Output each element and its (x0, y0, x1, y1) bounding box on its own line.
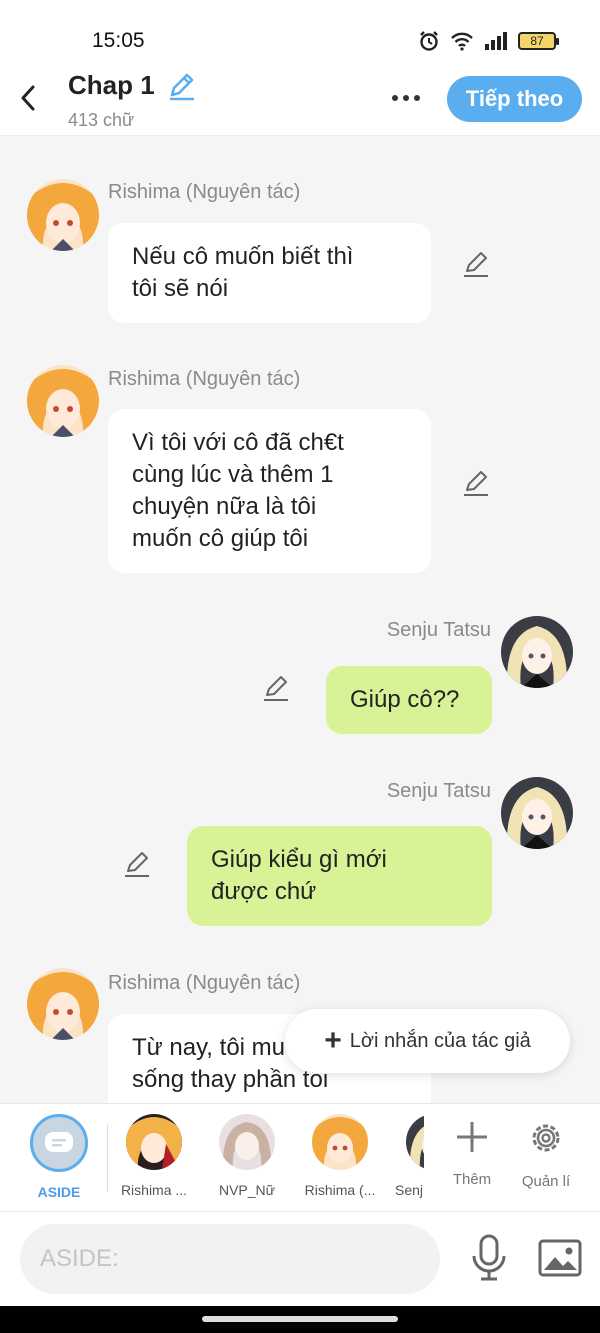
status-bar: 15:05 87 (0, 0, 600, 62)
sender-name: Rishima (Nguyên tác) (108, 972, 301, 994)
message-line: Nếu cô muốn biết thì (132, 243, 354, 270)
message-line: được chứ (211, 878, 317, 905)
chat-bubble-icon (45, 1132, 73, 1152)
more-options-button[interactable] (386, 82, 426, 114)
message-line: chuyện nữa là tôi (132, 493, 317, 520)
author-note-label: Lời nhắn của tác giả (349, 1029, 531, 1052)
sender-name: Senju Tatsu (386, 619, 491, 641)
plus-icon: + (324, 1024, 342, 1057)
signal-icon (485, 32, 507, 50)
editor-header: Chap 1 413 chữ Tiếp theo (0, 62, 600, 136)
dot-icon (392, 95, 398, 101)
edit-message-icon[interactable] (462, 470, 490, 498)
aside-input[interactable] (20, 1224, 440, 1294)
system-nav-bar (0, 1306, 600, 1333)
dot-icon (403, 95, 409, 101)
word-count: 413 chữ (68, 110, 135, 131)
page-title: Chap 1 (68, 70, 155, 100)
author-note-button[interactable]: + Lời nhắn của tác giả (285, 1009, 570, 1073)
character-label: ASIDE (37, 1184, 81, 1200)
sender-name: Rishima (Nguyên tác) (108, 181, 301, 203)
avatar-rishima[interactable] (27, 365, 99, 437)
manage-label: Quản lí (521, 1173, 571, 1190)
add-character-button[interactable]: Thêm (437, 1120, 507, 1188)
image-icon (538, 1239, 582, 1277)
message-bubble[interactable]: Vì tôi với cô đã ch€t cùng lúc và thêm 1… (108, 409, 431, 573)
wifi-icon (451, 32, 473, 51)
microphone-icon (472, 1234, 506, 1281)
character-avatar (406, 1114, 424, 1170)
character-aside[interactable]: ASIDE (18, 1114, 100, 1200)
chevron-left-icon (21, 85, 35, 111)
message-line: muốn cô giúp tôi (132, 525, 309, 552)
message-line: Vì tôi với cô đã ch€t (132, 429, 344, 456)
character-avatar (126, 1114, 182, 1170)
avatar-senju[interactable] (501, 616, 573, 688)
message-line: Giúp cô?? (350, 686, 460, 713)
character-label: Senj (395, 1182, 424, 1198)
home-handle[interactable] (202, 1316, 398, 1322)
message-line: tôi sẽ nói (132, 275, 229, 302)
next-button[interactable]: Tiếp theo (447, 76, 582, 122)
gear-icon (532, 1124, 560, 1152)
character-label: NVP_Nữ (218, 1182, 276, 1198)
avatar-rishima[interactable] (27, 968, 99, 1040)
alarm-icon (420, 31, 438, 51)
character-rishima-2[interactable]: Rishima (... (299, 1114, 381, 1198)
back-button[interactable] (14, 82, 42, 114)
character-bar: ASIDE Rishima ... NVP_Nữ Rishima (... Se… (0, 1103, 600, 1211)
character-label: Rishima ... (120, 1182, 188, 1198)
microphone-button[interactable] (468, 1234, 510, 1282)
message-bubble[interactable]: Giúp kiểu gì mới được chứ (187, 826, 492, 926)
status-time: 15:05 (92, 29, 145, 52)
chapter-title-block: Chap 1 413 chữ (68, 70, 197, 131)
edit-message-icon[interactable] (462, 251, 490, 279)
manage-button[interactable]: Quản lí (511, 1120, 581, 1190)
message-bubble[interactable]: Nếu cô muốn biết thì tôi sẽ nói (108, 223, 431, 323)
aside-avatar (30, 1114, 88, 1172)
avatar-senju[interactable] (501, 777, 573, 849)
sender-name: Senju Tatsu (386, 780, 491, 802)
message-line: cùng lúc và thêm 1 (132, 461, 334, 488)
character-avatar (312, 1114, 368, 1170)
dot-icon (414, 95, 420, 101)
character-senju[interactable]: Senj (392, 1114, 424, 1198)
character-label: Rishima (... (304, 1182, 376, 1198)
add-label: Thêm (452, 1171, 492, 1188)
status-icons: 87 (418, 30, 559, 52)
input-bar (0, 1211, 600, 1306)
edit-title-icon[interactable] (167, 73, 197, 106)
edit-message-icon[interactable] (123, 851, 151, 879)
battery-icon: 87 (518, 32, 559, 50)
character-avatar (219, 1114, 275, 1170)
insert-image-button[interactable] (538, 1238, 582, 1278)
plus-icon (457, 1122, 487, 1152)
character-nvp-nu[interactable]: NVP_Nữ (206, 1114, 288, 1198)
character-rishima-1[interactable]: Rishima ... (113, 1114, 195, 1198)
message-bubble[interactable]: Giúp cô?? (326, 666, 492, 734)
message-line: Giúp kiểu gì mới (211, 846, 387, 873)
avatar-rishima[interactable] (27, 179, 99, 251)
divider (107, 1124, 108, 1192)
chat-area[interactable]: Rishima (Nguyên tác) Nếu cô muốn biết th… (0, 137, 600, 1103)
edit-message-icon[interactable] (262, 675, 290, 703)
sender-name: Rishima (Nguyên tác) (108, 368, 301, 390)
